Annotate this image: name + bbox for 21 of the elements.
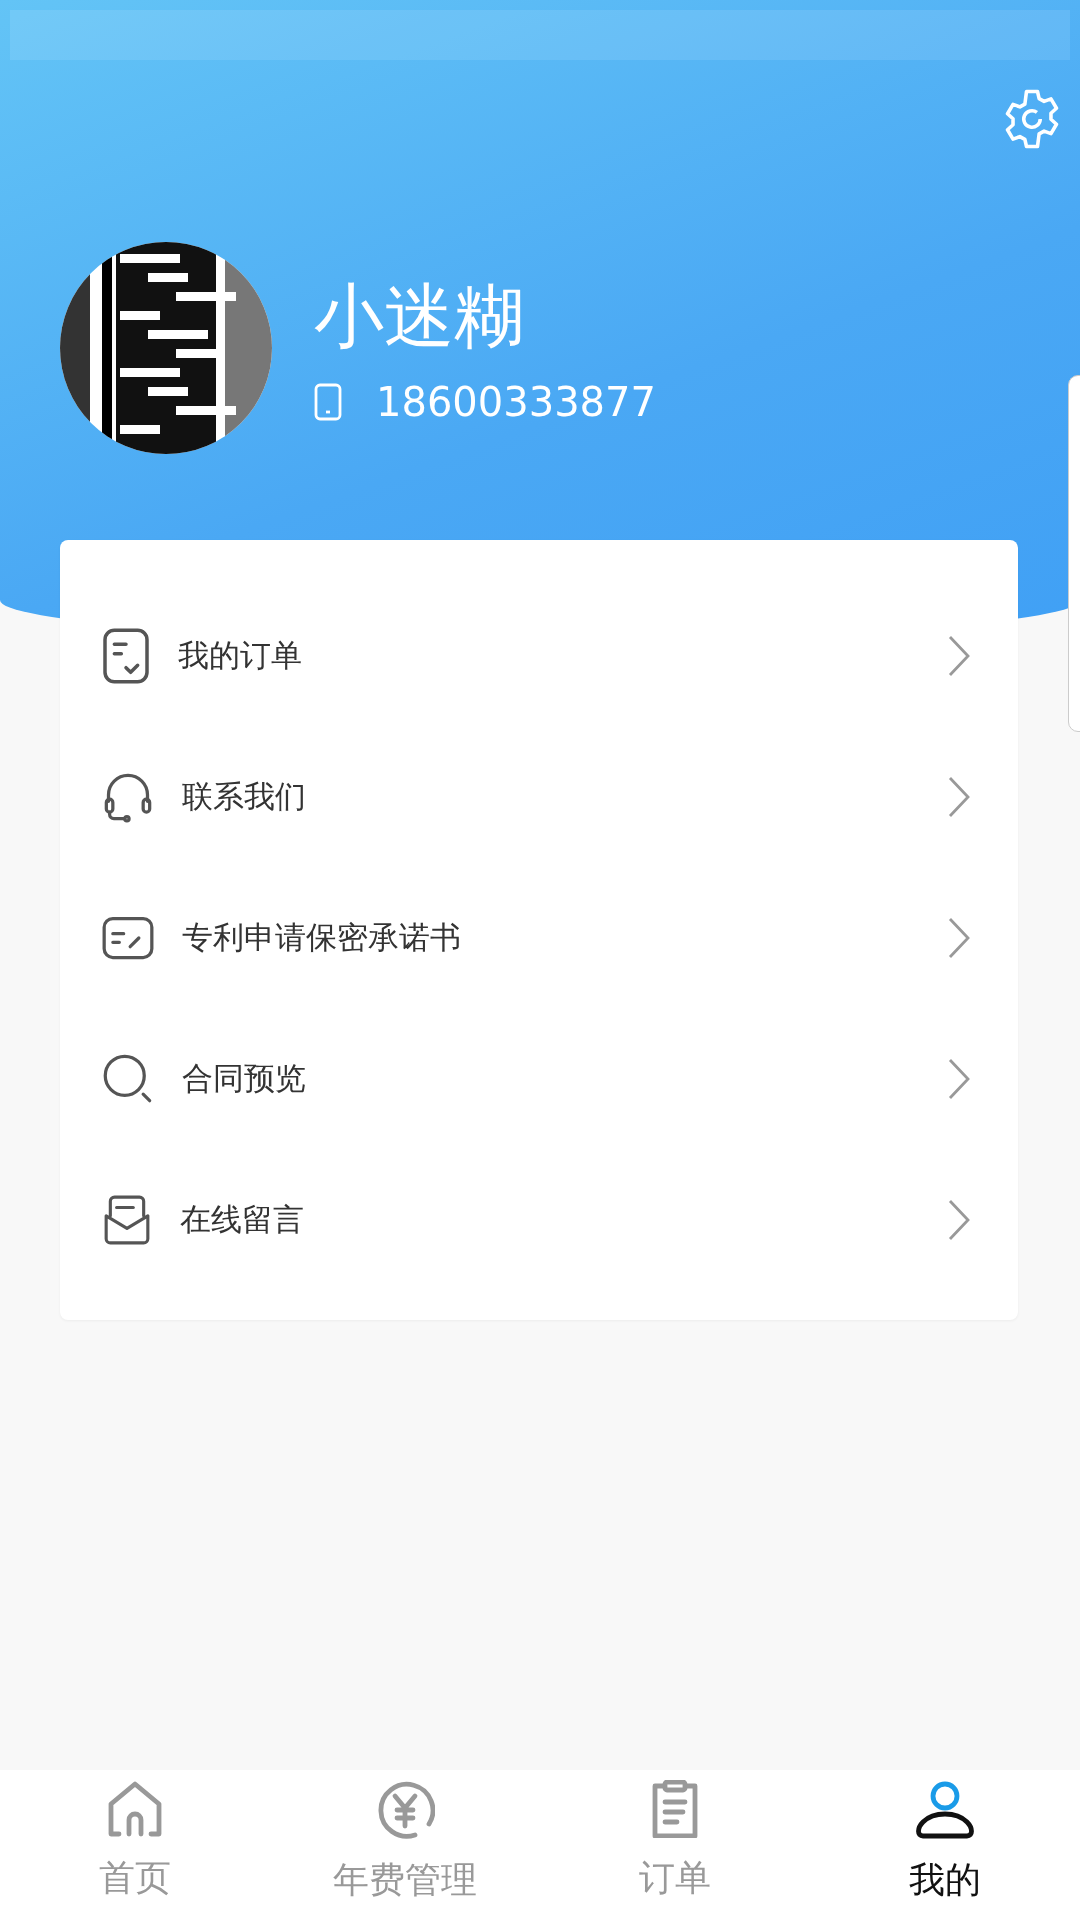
chevron-right-icon	[948, 775, 970, 818]
user-icon	[915, 1780, 975, 1840]
note-edit-icon	[102, 915, 154, 960]
chevron-right-icon	[948, 1198, 970, 1241]
menu-item[interactable]: 专利申请保密承诺书	[60, 867, 1018, 1008]
chevron-right-icon	[948, 1057, 970, 1100]
home-icon	[107, 1780, 163, 1838]
chevron-right-icon	[948, 916, 970, 959]
menu-item[interactable]: 联系我们	[60, 726, 1018, 867]
menu-item[interactable]: 我的订单	[60, 585, 1018, 726]
phone-number: 18600333877	[376, 379, 656, 425]
envelope-icon	[102, 1193, 152, 1246]
menu-item[interactable]: 合同预览	[60, 1008, 1018, 1149]
phone-icon	[314, 383, 342, 421]
user-name: 小迷糊	[314, 274, 525, 359]
tab[interactable]: 我的	[810, 1770, 1080, 1920]
search-icon	[102, 1052, 154, 1105]
checklist-icon	[102, 627, 150, 684]
menu-item[interactable]: 在线留言	[60, 1149, 1018, 1290]
clipboard-icon	[651, 1780, 699, 1838]
chevron-right-icon	[948, 634, 970, 677]
